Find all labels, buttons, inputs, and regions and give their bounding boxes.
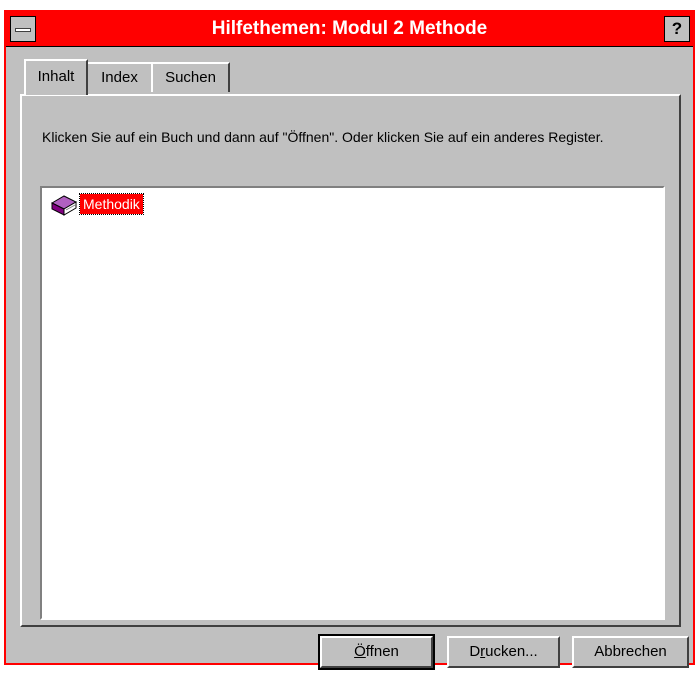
contents-tree[interactable]: Methodik	[40, 186, 665, 620]
help-topics-window: Hilfethemen: Modul 2 Methode ? Inhalt In…	[4, 10, 695, 670]
tab-index[interactable]: Index	[86, 62, 153, 92]
print-button-label-pre: D	[469, 643, 481, 660]
print-button-label-post: ucken...	[485, 643, 538, 660]
print-button[interactable]: Drucken...	[447, 636, 560, 668]
title-bar[interactable]: Hilfethemen: Modul 2 Methode ?	[6, 12, 693, 47]
tab-label: Suchen	[165, 69, 216, 86]
system-menu-icon	[15, 28, 31, 32]
tab-label: Index	[101, 69, 138, 86]
tab-label: Inhalt	[37, 68, 75, 85]
window-title: Hilfethemen: Modul 2 Methode	[211, 18, 488, 39]
cancel-button[interactable]: Abbrechen	[572, 636, 689, 668]
instruction-text: Klicken Sie auf ein Buch und dann auf "Ö…	[42, 129, 604, 145]
help-button[interactable]: ?	[664, 16, 690, 42]
tab-suchen[interactable]: Suchen	[151, 62, 230, 92]
open-button-accel: Ö	[354, 643, 366, 660]
book-icon	[50, 195, 78, 216]
open-button-label-post: ffnen	[365, 643, 399, 660]
system-menu-button[interactable]	[10, 16, 36, 42]
tab-inhalt[interactable]: Inhalt	[24, 59, 88, 95]
open-button[interactable]: Öffnen	[318, 634, 435, 670]
tree-item-label: Methodik	[79, 193, 144, 215]
